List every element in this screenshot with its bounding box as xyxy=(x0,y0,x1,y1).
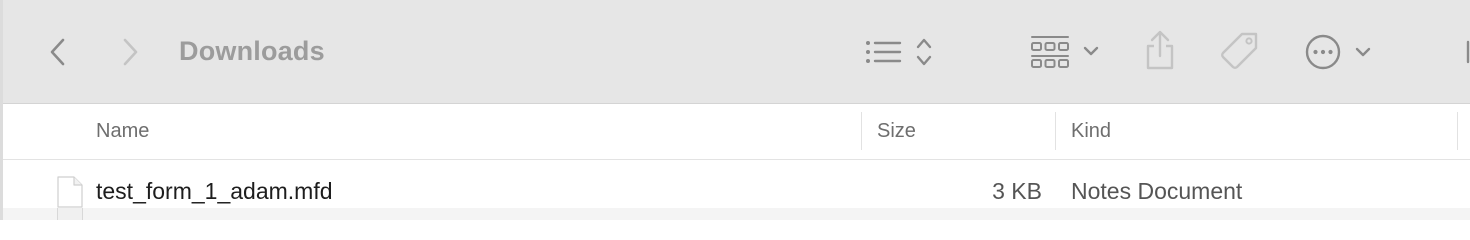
chevron-left-icon xyxy=(50,38,65,66)
column-divider[interactable] xyxy=(861,112,862,150)
share-icon xyxy=(1146,30,1174,70)
list-row-alternate xyxy=(0,208,1470,220)
more-actions-button[interactable] xyxy=(1303,32,1375,72)
partial-icon xyxy=(1466,40,1470,64)
column-header-kind[interactable]: Kind xyxy=(1071,118,1111,144)
file-row[interactable]: test_form_1_adam.mfd 3 KB Notes Document xyxy=(0,160,1470,208)
file-name: test_form_1_adam.mfd xyxy=(96,178,333,204)
tag-button[interactable] xyxy=(1218,30,1262,74)
chevron-right-icon xyxy=(123,38,138,66)
finder-window: Downloads Name Size Kind test_form_1_ada… xyxy=(0,0,1470,220)
column-header-size[interactable]: Size xyxy=(877,118,916,144)
grid-group-icon xyxy=(1031,36,1069,68)
up-down-chevron-icon xyxy=(916,38,932,66)
group-button[interactable] xyxy=(1028,32,1104,72)
column-header-name[interactable]: Name xyxy=(96,118,149,144)
list-view-icon xyxy=(866,41,902,63)
column-divider[interactable] xyxy=(1457,112,1458,150)
toolbar: Downloads xyxy=(0,0,1470,104)
window-edge xyxy=(0,0,3,220)
share-button[interactable] xyxy=(1142,28,1178,72)
file-kind: Notes Document xyxy=(1071,178,1243,204)
column-divider[interactable] xyxy=(1055,112,1056,150)
back-button[interactable] xyxy=(44,34,72,70)
column-header-bar: Name Size Kind xyxy=(0,104,1470,160)
view-options-button[interactable] xyxy=(862,34,940,70)
tag-icon xyxy=(1221,32,1258,69)
ellipsis-circle-icon xyxy=(1305,34,1341,70)
chevron-down-icon xyxy=(1083,46,1099,56)
overflow-toolbar-item[interactable] xyxy=(1462,34,1470,70)
file-size: 3 KB xyxy=(992,178,1042,204)
chevron-down-icon xyxy=(1355,47,1371,57)
document-icon xyxy=(57,208,83,220)
forward-button[interactable] xyxy=(116,34,144,70)
window-title: Downloads xyxy=(179,36,325,66)
